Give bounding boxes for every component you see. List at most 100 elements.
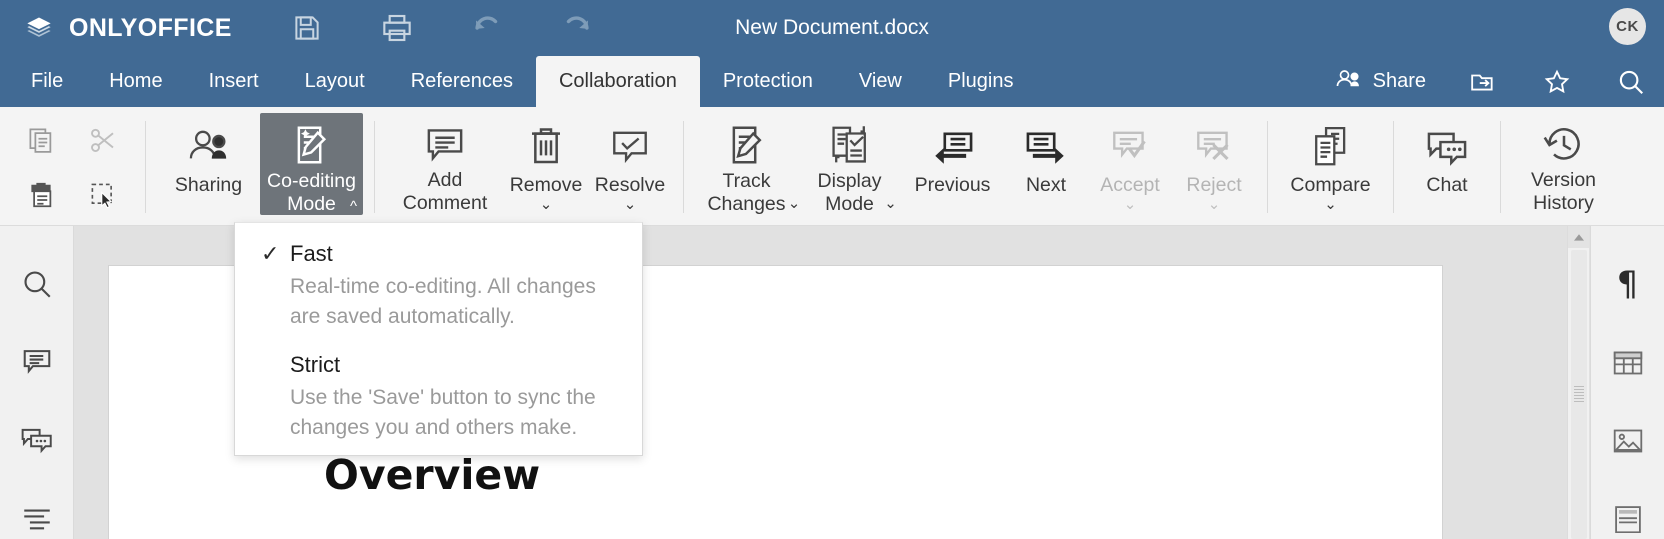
compare-button[interactable]: Compare ⌄ [1279, 113, 1382, 215]
check-icon: ✓ [261, 241, 280, 266]
chevron-down-icon[interactable]: ⌄ [540, 197, 553, 212]
version-history-label: Version History [1530, 169, 1597, 214]
undo-icon[interactable] [470, 11, 504, 45]
brand: ONLYOFFICE [22, 11, 232, 45]
co-editing-mode-label: Co-editing Mode [267, 170, 356, 215]
chat-icon[interactable] [17, 421, 57, 461]
layers-icon [22, 11, 56, 45]
paste-icon[interactable] [10, 167, 72, 222]
print-icon[interactable] [380, 11, 414, 45]
chevron-down-icon[interactable]: ⌄ [1124, 197, 1137, 212]
track-changes-button[interactable]: Track Changes ⌄ [695, 113, 800, 215]
previous-change-button[interactable]: Previous [901, 113, 1004, 215]
brand-name: ONLYOFFICE [69, 13, 232, 42]
open-folder-arrow-icon[interactable] [1466, 65, 1500, 99]
add-comment-label: Add Comment [402, 169, 488, 214]
dropdown-option-fast-label: Fast [290, 241, 333, 266]
users-icon [1335, 67, 1363, 97]
redo-icon[interactable] [560, 11, 594, 45]
next-change-button[interactable]: Next [1004, 113, 1088, 215]
chat-icon [1424, 122, 1470, 172]
accept-change-button[interactable]: Accept ⌄ [1088, 113, 1172, 215]
previous-arrow-icon [930, 122, 976, 172]
dropdown-option-strict-label: Strict [290, 352, 341, 377]
tab-plugins[interactable]: Plugins [925, 56, 1037, 107]
select-all-icon[interactable] [72, 167, 134, 222]
sharing-button[interactable]: Sharing [157, 113, 260, 215]
chevron-down-icon[interactable]: ⌄ [1208, 197, 1221, 212]
image-settings-icon[interactable] [1608, 421, 1648, 460]
scrollbar-grip [1574, 385, 1584, 404]
chat-button[interactable]: Chat [1405, 113, 1489, 215]
remove-comment-button[interactable]: Remove ⌄ [504, 113, 588, 215]
resolve-check-icon [608, 122, 652, 172]
headings-icon[interactable] [17, 500, 57, 539]
document-title: New Document.docx [735, 16, 929, 39]
share-button[interactable]: Share [1335, 67, 1426, 97]
scrollbar-thumb[interactable] [1571, 250, 1587, 539]
scroll-up-button[interactable] [1568, 226, 1589, 248]
compare-label: Compare [1290, 174, 1371, 196]
share-label: Share [1372, 70, 1426, 92]
vertical-scrollbar[interactable] [1567, 226, 1589, 539]
add-comment-button[interactable]: Add Comment [386, 113, 504, 215]
next-arrow-icon [1023, 122, 1069, 172]
previous-label: Previous [914, 174, 991, 196]
dropdown-option-fast[interactable]: ✓ Fast Real-time co-editing. All changes… [235, 223, 642, 332]
trash-icon [526, 122, 566, 172]
divider [1500, 121, 1501, 213]
tab-file[interactable]: File [8, 56, 86, 107]
tab-references[interactable]: References [388, 56, 536, 107]
display-mode-icon [827, 122, 873, 168]
resolve-comment-button[interactable]: Resolve ⌄ [588, 113, 672, 215]
divider [374, 121, 375, 213]
divider [683, 121, 684, 213]
paragraph-settings-icon[interactable]: ¶ [1608, 264, 1648, 304]
header-footer-settings-icon[interactable] [1608, 500, 1648, 539]
add-comment-icon [422, 122, 468, 167]
version-history-button[interactable]: Version History [1512, 113, 1615, 215]
track-changes-icon [725, 122, 769, 168]
save-icon[interactable] [290, 11, 324, 45]
title-bar: ONLYOFFICE New Document.docx CK [0, 0, 1664, 56]
accept-check-icon [1108, 122, 1152, 172]
scissors-icon[interactable] [72, 112, 134, 167]
ribbon-toolbar: Sharing Co-editing Mode ^ Add Comment Re… [0, 107, 1664, 226]
version-history-icon [1541, 122, 1587, 167]
chevron-down-icon[interactable]: ⌄ [884, 192, 897, 215]
divider [1267, 121, 1268, 213]
sharing-users-icon [186, 122, 232, 172]
tab-home[interactable]: Home [86, 56, 185, 107]
clipboard-group [10, 112, 134, 222]
dropdown-option-fast-description: Real-time co-editing. All changes are sa… [290, 275, 596, 328]
search-icon[interactable] [17, 264, 57, 304]
dropdown-option-strict[interactable]: Strict Use the 'Save' button to sync the… [235, 352, 642, 443]
co-editing-mode-button[interactable]: Co-editing Mode ^ [260, 113, 363, 215]
tab-insert[interactable]: Insert [186, 56, 282, 107]
left-sidebar [0, 226, 74, 539]
star-icon[interactable] [1540, 65, 1574, 99]
dropdown-option-strict-description: Use the 'Save' button to sync the change… [290, 386, 596, 439]
reject-x-icon [1192, 122, 1236, 172]
copy-icon[interactable] [10, 112, 72, 167]
display-mode-button[interactable]: Display Mode ⌄ [798, 113, 901, 215]
reject-change-button[interactable]: Reject ⌄ [1172, 113, 1256, 215]
tab-view[interactable]: View [836, 56, 925, 107]
remove-label: Remove [509, 174, 583, 196]
search-icon[interactable] [1614, 65, 1648, 99]
tab-collaboration[interactable]: Collaboration [535, 56, 700, 107]
reject-label: Reject [1186, 174, 1242, 196]
divider [145, 121, 146, 213]
table-settings-icon[interactable] [1608, 343, 1648, 382]
next-label: Next [1025, 174, 1067, 196]
avatar[interactable]: CK [1609, 8, 1646, 45]
onlyoffice-document-editor: ONLYOFFICE New Document.docx CK File Hom… [0, 0, 1664, 539]
tab-protection[interactable]: Protection [700, 56, 836, 107]
chevron-down-icon[interactable]: ⌄ [1324, 197, 1337, 212]
comments-icon[interactable] [17, 343, 57, 383]
divider [1393, 121, 1394, 213]
track-changes-label: Track Changes [707, 170, 786, 215]
right-sidebar: ¶ [1590, 226, 1664, 539]
tab-layout[interactable]: Layout [282, 56, 388, 107]
chevron-down-icon[interactable]: ⌄ [624, 197, 637, 212]
